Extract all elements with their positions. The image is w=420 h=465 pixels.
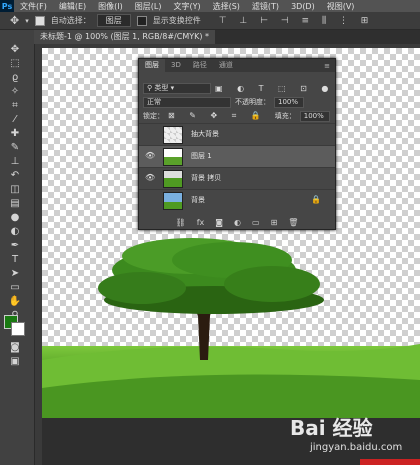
lock-icons[interactable]: ⊠ ✎ ✥ ⌗ 🔒 [168,111,267,121]
show-transform-checkbox[interactable] [136,15,147,26]
pen-tool-icon[interactable]: ✒ [8,240,22,252]
photoshop-logo[interactable]: Ps [0,0,14,12]
fx-icon[interactable]: fx [197,218,205,227]
blend-mode-dropdown[interactable]: 正常 [143,96,231,108]
rectangle-tool-icon[interactable]: ▭ [8,282,22,294]
tool-preset-dropdown[interactable]: ▾ [25,17,29,25]
history-brush-tool-icon[interactable]: ↶ [8,170,22,182]
layer-thumbnail [163,148,183,166]
auto-select-label: 自动选择： [50,16,91,25]
blend-row: 正常 不透明度： 100% [143,96,304,108]
filter-kind-dropdown[interactable]: ⚲ 类型 ▾ [143,82,211,94]
menu-type[interactable]: 文字(Y) [167,1,206,12]
visibility-toggle[interactable] [145,130,155,138]
blur-tool-icon[interactable]: ● [8,212,22,224]
new-layer-icon[interactable]: ⊞ [271,218,278,227]
dodge-tool-icon[interactable]: ◐ [8,226,22,238]
tab-3d[interactable]: 3D [165,59,187,72]
menu-image[interactable]: 图像(I) [92,1,129,12]
tab-channels[interactable]: 通道 [213,59,239,72]
marquee-tool-icon[interactable]: ⬚ [8,58,22,70]
watermark: Bai 经验 jingyan.baidu.com [290,412,415,460]
menu-view[interactable]: 视图(V) [321,1,361,12]
layer-name[interactable]: 图层 1 [191,151,212,161]
menu-filter[interactable]: 滤镜(T) [246,1,285,12]
brush-tool-icon[interactable]: ✎ [8,142,22,154]
panel-menu-icon[interactable]: ≡ [324,62,335,70]
lasso-tool-icon[interactable]: ϱ [8,72,22,84]
screen-mode-icon[interactable]: ▣ [8,356,22,368]
panel-tabs: 图层 3D 路径 通道 ≡ [139,59,335,72]
delete-layer-icon[interactable]: 🗑 [288,218,298,227]
layer-thumbnail [163,170,183,188]
background-color-swatch[interactable] [11,322,25,336]
eyedropper-tool-icon[interactable]: ⁄ [8,114,22,126]
options-bar: ✥ ▾ 自动选择： 图层 显示变换控件 ⊤ ⊥ ⊢ ⊣ ≡ ⫼ ⋮ ⊞ [0,12,420,30]
lock-icon: 🔒 [311,195,321,204]
layer-name[interactable]: 抽大背景 [191,129,219,139]
menu-3d[interactable]: 3D(D) [285,2,321,11]
quick-mask-icon[interactable]: ◙ [8,342,22,354]
layer-row[interactable]: 👁 图层 1 [139,145,335,168]
move-tool-icon[interactable]: ✥ [10,14,19,27]
auto-select-checkbox[interactable] [34,15,45,26]
layer-row[interactable]: 背景 🔒 [139,189,335,212]
opacity-label: 不透明度： [235,98,270,106]
watermark-brand: Bai 经验 [290,416,373,440]
eraser-tool-icon[interactable]: ◫ [8,184,22,196]
menu-file[interactable]: 文件(F) [14,1,53,12]
lock-label: 锁定： [143,112,164,120]
path-selection-tool-icon[interactable]: ➤ [8,268,22,280]
menu-select[interactable]: 选择(S) [207,1,246,12]
filter-kind-label: 类型 [154,83,169,92]
watermark-url: jingyan.baidu.com [310,442,403,453]
document-tab[interactable]: 未标题-1 @ 100% (图层 1, RGB/8#/CMYK) * [34,30,216,44]
layer-name[interactable]: 背景 拷贝 [191,173,221,183]
new-group-icon[interactable]: ▭ [252,218,260,227]
auto-select-target-dropdown[interactable]: 图层 [96,14,131,27]
magic-wand-tool-icon[interactable]: ✧ [8,86,22,98]
gradient-tool-icon[interactable]: ▤ [8,198,22,210]
crop-tool-icon[interactable]: ⌗ [8,100,22,112]
layers-panel-footer: ⛓ fx ◙ ◐ ▭ ⊞ 🗑 [139,215,335,229]
layer-filter-row: ⚲ 类型 ▾ ▣ ◐ T ⬚ ⊡ ● [143,82,334,94]
layer-name[interactable]: 背景 [191,195,205,205]
opacity-input[interactable]: 100% [274,96,304,108]
menu-layer[interactable]: 图层(L) [129,1,168,12]
red-bar [360,459,420,465]
menu-edit[interactable]: 编辑(E) [53,1,92,12]
fill-input[interactable]: 100% [299,110,330,122]
eye-icon[interactable]: 👁 [145,152,155,160]
align-icons[interactable]: ⊤ ⊥ ⊢ ⊣ ≡ ⫼ ⋮ ⊞ [219,16,374,26]
fill-label: 填充： [274,112,296,120]
clone-stamp-tool-icon[interactable]: ⊥ [8,156,22,168]
link-layers-icon[interactable]: ⛓ [176,218,186,227]
healing-brush-tool-icon[interactable]: ✚ [8,128,22,140]
document-tab-bar: 未标题-1 @ 100% (图层 1, RGB/8#/CMYK) * [34,30,420,44]
layers-panel: 图层 3D 路径 通道 ≡ ⚲ 类型 ▾ ▣ ◐ T ⬚ ⊡ ● 正常 不透明度… [138,58,336,230]
tab-layers[interactable]: 图层 [139,59,165,72]
hand-tool-icon[interactable]: ✋ [8,296,22,308]
layer-row[interactable]: 抽大背景 [139,123,335,146]
type-tool-icon[interactable]: T [8,254,22,266]
filter-icons[interactable]: ▣ ◐ T ⬚ ⊡ ● [215,84,334,93]
show-transform-label: 显示变换控件 [152,16,201,25]
adjustment-layer-icon[interactable]: ◐ [234,218,241,227]
layer-thumbnail [163,192,183,210]
tab-paths[interactable]: 路径 [187,59,213,72]
lock-row: 锁定： ⊠ ✎ ✥ ⌗ 🔒 填充： 100% [143,110,330,122]
menu-bar: Ps 文件(F) 编辑(E) 图像(I) 图层(L) 文字(Y) 选择(S) 滤… [0,0,420,12]
eye-icon[interactable]: 👁 [145,174,155,182]
visibility-toggle[interactable] [145,196,155,204]
add-mask-icon[interactable]: ◙ [215,218,223,227]
layer-row[interactable]: 👁 背景 拷贝 [139,167,335,190]
layer-thumbnail [163,126,183,144]
move-tool-icon[interactable]: ✥ [8,44,22,56]
tools-panel: ✥ ⬚ ϱ ✧ ⌗ ⁄ ✚ ✎ ⊥ ↶ ◫ ▤ ● ◐ ✒ T ➤ ▭ ✋ ⚲ … [0,30,35,465]
